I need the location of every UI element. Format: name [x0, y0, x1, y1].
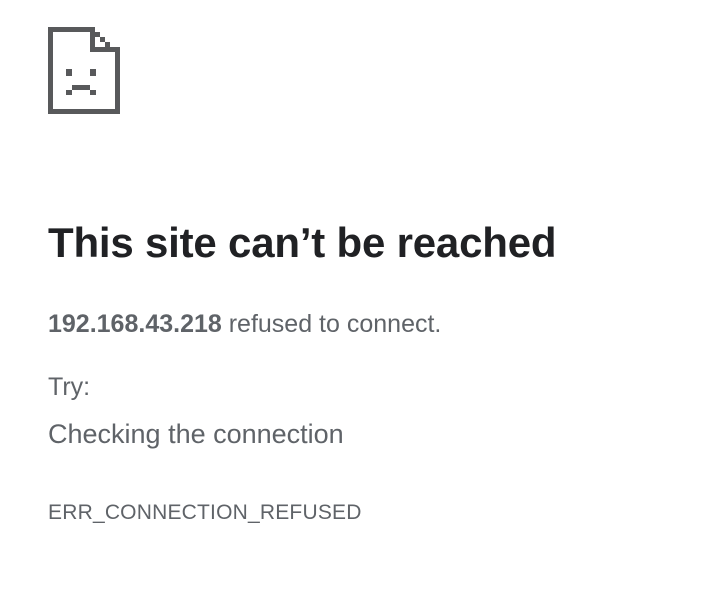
suggestion-check-connection: Checking the connection [48, 419, 344, 449]
error-code: ERR_CONNECTION_REFUSED [48, 501, 362, 524]
error-summary: 192.168.43.218 refused to connect. [48, 307, 441, 341]
try-label: Try: [48, 373, 91, 401]
host-address: 192.168.43.218 [48, 310, 222, 338]
page-title: This site can’t be reached [48, 219, 557, 266]
error-summary-text: refused to connect. [221, 310, 442, 338]
sad-page-icon [48, 27, 120, 114]
